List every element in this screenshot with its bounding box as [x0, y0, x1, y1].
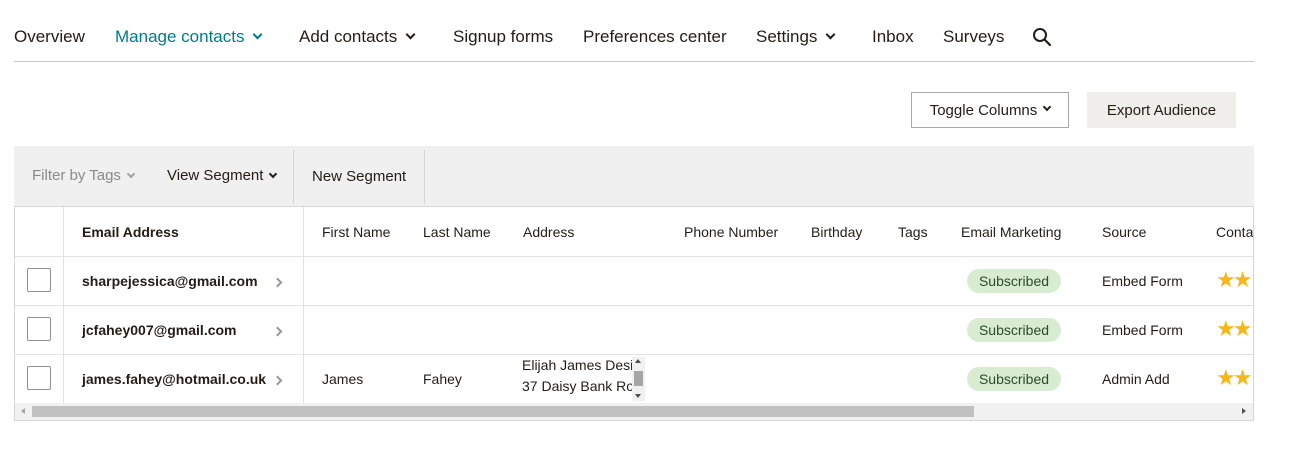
search-icon[interactable]: [1032, 27, 1052, 47]
filter-by-tags-dropdown[interactable]: Filter by Tags: [32, 167, 136, 184]
nav-surveys[interactable]: Surveys: [943, 26, 1004, 48]
scroll-thumb[interactable]: [32, 406, 974, 417]
row-checkbox[interactable]: [27, 268, 51, 292]
column-header-email-marketing[interactable]: Email Marketing: [961, 224, 1061, 240]
scroll-right-icon[interactable]: [1242, 408, 1246, 414]
row-divider: [15, 305, 1253, 306]
source-cell: Embed Form: [1102, 322, 1183, 338]
horizontal-scrollbar[interactable]: [15, 403, 1253, 420]
chevron-down-icon: [126, 169, 136, 179]
divider: [293, 150, 294, 204]
toggle-columns-button[interactable]: Toggle Columns: [911, 92, 1069, 128]
source-cell: Admin Add: [1102, 371, 1170, 387]
source-cell: Embed Form: [1102, 273, 1183, 289]
star-rating-icon: ★★: [1216, 267, 1252, 292]
chevron-right-icon[interactable]: [272, 375, 283, 386]
column-header-address[interactable]: Address: [523, 224, 574, 240]
address-cell[interactable]: Elijah James Desig 37 Daisy Bank Roa: [522, 355, 647, 401]
nav-add-contacts[interactable]: Add contacts: [299, 26, 416, 48]
column-header-email[interactable]: Email Address: [82, 224, 179, 240]
nav-inbox-label: Inbox: [872, 27, 914, 46]
nav-inbox[interactable]: Inbox: [872, 26, 914, 48]
chevron-down-icon: [405, 29, 416, 40]
new-segment-label: New Segment: [312, 168, 407, 185]
star-rating-icon: ★★: [1216, 365, 1252, 390]
nav-signup-forms[interactable]: Signup forms: [453, 26, 553, 48]
top-navigation: Overview Manage contacts Add contacts Si…: [14, 0, 1254, 62]
address-line: Elijah James Desig: [522, 357, 642, 373]
filter-bar: Filter by Tags View Segment New Segment: [14, 146, 1254, 207]
row-divider: [15, 256, 1253, 257]
first-name-cell: James: [322, 371, 364, 387]
address-line: 37 Daisy Bank Roa: [522, 378, 642, 394]
export-audience-label: Export Audience: [1106, 101, 1217, 119]
address-scrollbar[interactable]: [632, 357, 645, 401]
row-checkbox[interactable]: [27, 366, 51, 390]
nav-preferences-center-label: Preferences center: [583, 27, 727, 46]
contacts-table: Email Address First Name Last Name Addre…: [14, 207, 1254, 421]
chevron-down-icon: [269, 169, 278, 179]
new-segment-button[interactable]: New Segment: [312, 168, 406, 185]
star-rating-icon: ★★: [1216, 316, 1252, 341]
contact-email-link[interactable]: james.fahey@hotmail.co.uk: [82, 371, 266, 387]
view-segment-dropdown[interactable]: View Segment: [167, 167, 278, 184]
column-header-last-name[interactable]: Last Name: [423, 224, 491, 240]
last-name-cell: Fahey: [423, 371, 462, 387]
column-header-phone[interactable]: Phone Number: [684, 224, 778, 240]
divider: [424, 150, 425, 204]
contact-email-link[interactable]: jcfahey007@gmail.com: [82, 322, 237, 338]
column-header-source[interactable]: Source: [1102, 224, 1146, 240]
chevron-down-icon: [1043, 102, 1052, 112]
scroll-thumb[interactable]: [634, 371, 643, 386]
chevron-right-icon[interactable]: [272, 277, 283, 288]
status-badge: Subscribed: [967, 367, 1061, 391]
nav-settings[interactable]: Settings: [756, 26, 836, 48]
chevron-down-icon: [825, 29, 836, 40]
status-badge: Subscribed: [967, 318, 1061, 342]
export-audience-button[interactable]: Export Audience: [1087, 92, 1236, 128]
row-checkbox[interactable]: [27, 317, 51, 341]
nav-surveys-label: Surveys: [943, 27, 1005, 46]
column-header-tags[interactable]: Tags: [898, 224, 928, 240]
nav-settings-label: Settings: [756, 27, 818, 46]
nav-overview-label: Overview: [14, 27, 85, 46]
status-badge: Subscribed: [967, 269, 1061, 293]
nav-add-contacts-label: Add contacts: [299, 27, 398, 46]
filter-by-tags-label: Filter by Tags: [32, 167, 121, 184]
nav-manage-contacts[interactable]: Manage contacts: [115, 26, 263, 48]
nav-signup-forms-label: Signup forms: [453, 27, 554, 46]
chevron-right-icon[interactable]: [272, 326, 283, 337]
column-header-contact-rating[interactable]: Conta: [1216, 224, 1253, 240]
toggle-columns-label: Toggle Columns: [929, 101, 1038, 119]
contact-email-link[interactable]: sharpejessica@gmail.com: [82, 273, 258, 289]
chevron-down-icon: [253, 29, 263, 40]
nav-manage-contacts-label: Manage contacts: [115, 27, 245, 46]
nav-preferences-center[interactable]: Preferences center: [583, 26, 727, 48]
scroll-left-icon[interactable]: [21, 408, 25, 414]
nav-overview[interactable]: Overview: [14, 26, 85, 48]
column-header-birthday[interactable]: Birthday: [811, 224, 862, 240]
scroll-up-icon[interactable]: [635, 359, 641, 363]
view-segment-label: View Segment: [167, 167, 264, 184]
column-header-first-name[interactable]: First Name: [322, 224, 390, 240]
scroll-down-icon[interactable]: [635, 394, 641, 398]
